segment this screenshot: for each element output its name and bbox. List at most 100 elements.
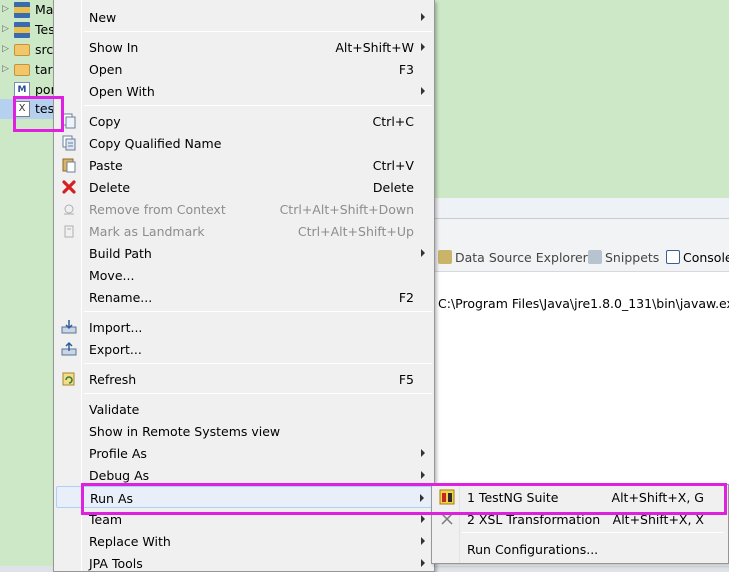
menu-item-label: 1 TestNG Suite: [467, 490, 559, 505]
menu-item-label: Profile As: [89, 446, 147, 461]
menu-item-label: Delete: [89, 180, 131, 195]
menu-item-replace-with[interactable]: Replace With: [56, 530, 432, 552]
menu-item-refresh[interactable]: Refresh F5: [56, 368, 432, 390]
menu-item-export[interactable]: Export...: [56, 338, 432, 360]
tree-item-label: src: [35, 42, 54, 57]
menu-item-paste[interactable]: Paste Ctrl+V: [56, 154, 432, 176]
submenu-arrow-icon: [421, 249, 425, 257]
xsl-transformation-icon: [441, 513, 453, 525]
menu-item-open-with[interactable]: Open With: [56, 80, 432, 102]
menu-item-profile-as[interactable]: Profile As: [56, 442, 432, 464]
tab-data-source-explorer[interactable]: Data Source Explorer: [438, 250, 588, 268]
submenu-arrow-icon: [421, 13, 425, 21]
menu-item-show-in-remote-systems[interactable]: Show in Remote Systems view: [56, 420, 432, 442]
run-as-submenu: 1 TestNG Suite Alt+Shift+X, G 2 XSL Tran…: [431, 484, 729, 564]
menu-shortcut: F2: [398, 290, 414, 305]
maven-pom-file-icon: M: [14, 82, 30, 98]
submenu-arrow-icon: [420, 494, 424, 502]
tree-item-label: Tes: [35, 22, 55, 37]
menu-item-open[interactable]: Open F3: [56, 58, 432, 80]
remove-from-context-icon: [64, 204, 74, 215]
menu-item-label: New: [89, 10, 117, 25]
menu-item-delete[interactable]: Delete Delete: [56, 176, 432, 198]
menu-item-label: Export...: [89, 342, 142, 357]
menu-item-label: Show in Remote Systems view: [89, 424, 281, 439]
tree-item-label: Ma: [35, 2, 54, 17]
java-project-icon: [14, 22, 30, 38]
menu-item-validate[interactable]: Validate: [56, 398, 432, 420]
menu-shortcut: Delete: [372, 180, 414, 195]
submenu-arrow-icon: [421, 43, 425, 51]
menu-item-label: Remove from Context: [89, 202, 226, 217]
tab-snippets[interactable]: Snippets: [588, 250, 659, 268]
landmark-icon: [64, 225, 74, 238]
menu-item-rename[interactable]: Rename... F2: [56, 286, 432, 308]
menu-item-label: Copy: [89, 114, 121, 129]
menu-item-label: Mark as Landmark: [89, 224, 205, 239]
menu-item-show-in[interactable]: Show In Alt+Shift+W: [56, 36, 432, 58]
menu-item-copy-qualified-name[interactable]: Copy Qualified Name: [56, 132, 432, 154]
tab-label: Snippets: [605, 250, 660, 265]
submenu-item-run-configurations[interactable]: Run Configurations...: [434, 538, 726, 560]
menu-item-label: Run Configurations...: [467, 542, 599, 557]
menu-item-label: Build Path: [89, 246, 152, 261]
menu-item-label: Open With: [89, 84, 155, 99]
menu-item-label: Refresh: [89, 372, 137, 387]
views-tab-bar: Data Source Explorer Snippets Console: [432, 246, 729, 272]
menu-separator: [84, 393, 432, 394]
export-icon: [61, 341, 77, 356]
menu-item-label: JPA Tools: [89, 556, 143, 571]
menu-shortcut: Ctrl+Alt+Shift+Up: [297, 224, 414, 239]
menu-item-debug-as[interactable]: Debug As: [56, 464, 432, 486]
menu-item-label: Move...: [89, 268, 135, 283]
import-icon: [61, 320, 77, 334]
menu-item-team[interactable]: Team: [56, 508, 432, 530]
menu-item-label: Open: [89, 62, 123, 77]
folder-icon: [14, 44, 30, 56]
menu-item-label: Run As: [90, 491, 134, 506]
submenu-item-xsl-transformation[interactable]: 2 XSL Transformation Alt+Shift+X, X: [434, 508, 726, 530]
menu-shortcut: Alt+Shift+X, X: [612, 512, 704, 527]
menu-item-remove-from-context[interactable]: Remove from Context Ctrl+Alt+Shift+Down: [56, 198, 432, 220]
copy-qualified-name-icon: [62, 135, 76, 151]
expand-arrow-icon[interactable]: ▷: [2, 44, 9, 54]
menu-item-copy[interactable]: Copy Ctrl+C: [56, 110, 432, 132]
tree-item-testng-xml[interactable]: X test: [0, 99, 60, 119]
snippets-icon: [588, 250, 602, 264]
expand-arrow-icon[interactable]: ▷: [2, 24, 9, 34]
xml-file-icon: X: [14, 101, 30, 117]
menu-shortcut: Alt+Shift+W: [335, 40, 414, 55]
menu-shortcut: Alt+Shift+X, G: [611, 490, 704, 505]
menu-separator: [84, 105, 432, 106]
submenu-arrow-icon: [421, 87, 425, 95]
menu-shortcut: F5: [398, 372, 414, 387]
menu-shortcut: F3: [398, 62, 414, 77]
menu-item-import[interactable]: Import...: [56, 316, 432, 338]
menu-item-label: Copy Qualified Name: [89, 136, 222, 151]
menu-item-move[interactable]: Move...: [56, 264, 432, 286]
expand-arrow-icon[interactable]: ▷: [2, 4, 9, 14]
menu-item-new[interactable]: New: [56, 6, 432, 28]
menu-item-label: Replace With: [89, 534, 171, 549]
paste-icon: [62, 158, 76, 173]
submenu-arrow-icon: [421, 537, 425, 545]
submenu-arrow-icon: [421, 559, 425, 567]
expand-arrow-icon[interactable]: ▷: [2, 64, 9, 74]
copy-icon: [62, 113, 76, 129]
delete-icon: [62, 180, 76, 194]
menu-item-build-path[interactable]: Build Path: [56, 242, 432, 264]
menu-item-label: 2 XSL Transformation: [467, 512, 601, 527]
menu-separator: [462, 532, 724, 533]
submenu-item-testng-suite[interactable]: 1 TestNG Suite Alt+Shift+X, G: [434, 486, 726, 508]
data-source-explorer-icon: [438, 250, 452, 264]
menu-item-label: Team: [89, 512, 123, 527]
menu-item-label: Validate: [89, 402, 140, 417]
menu-separator: [84, 311, 432, 312]
tab-console[interactable]: Console: [666, 250, 729, 268]
tab-label: Console: [683, 250, 729, 265]
menu-item-jpa-tools[interactable]: JPA Tools: [56, 552, 432, 572]
menu-item-mark-as-landmark[interactable]: Mark as Landmark Ctrl+Alt+Shift+Up: [56, 220, 432, 242]
menu-item-run-as[interactable]: Run As: [56, 486, 432, 508]
menu-item-label: Show In: [89, 40, 139, 55]
console-icon: [666, 250, 680, 264]
